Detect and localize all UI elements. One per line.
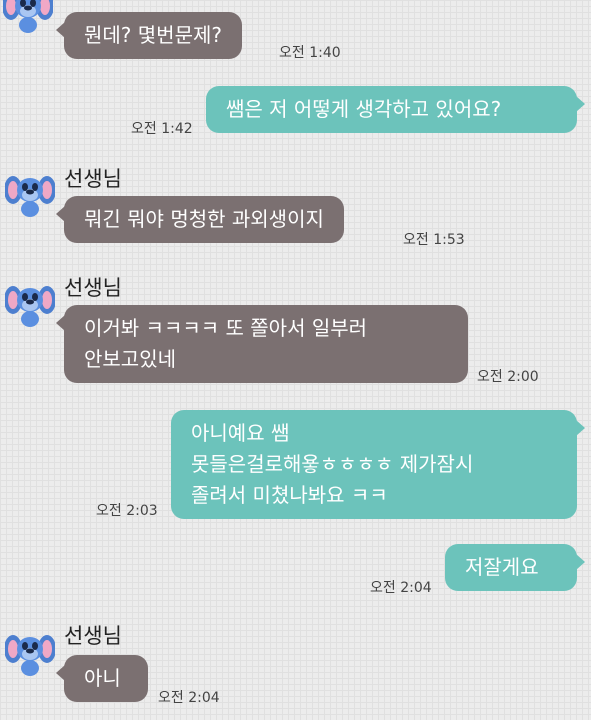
message-bubble[interactable]: 아니예요 쌤 못들은걸로해욯ㅎㅎㅎㅎ 제가잠시 졸려서 미쳤나봐요 ㅋㅋ [171,410,585,519]
message-bubble[interactable]: 뭔데? 몇번문제? [56,12,242,59]
message-bubble[interactable]: 저잘게요 [445,544,585,591]
message-bubble[interactable]: 아니 [56,655,148,702]
stitch-avatar-icon[interactable] [5,278,55,328]
message-text: 뭔데? 몇번문제? [84,23,222,47]
message-bubble[interactable]: 이거봐 ㅋㅋㅋㅋ 또 쫄아서 일부러 안보고있네 [56,305,468,383]
message-bubble[interactable]: 뭐긴 뭐야 멍청한 과외생이지 [56,196,344,243]
message-text: 뭐긴 뭐야 멍청한 과외생이지 [84,207,324,231]
message-text: 못들은걸로해욯ㅎㅎㅎㅎ 제가잠시 [191,452,474,476]
message-text: 아니 [84,666,121,690]
sender-name: 선생님 [64,276,122,300]
stitch-avatar-icon[interactable] [5,168,55,218]
message-time: 오전 2:03 [96,503,158,519]
message-text: 저잘게요 [465,555,539,579]
message-text: 아니예요 쌤 [191,421,290,445]
message-time: 오전 2:04 [158,690,220,706]
message-text: 졸려서 미쳤나봐요 ㅋㅋ [191,483,388,507]
sender-name: 선생님 [64,167,122,191]
message-text: 쌤은 저 어떻게 생각하고 있어요? [226,97,502,121]
message-time: 오전 2:00 [477,369,539,385]
message-text: 안보고있네 [84,347,176,371]
message-time: 오전 1:42 [131,121,193,137]
message-time: 오전 1:40 [279,45,341,61]
message-time: 오전 2:04 [370,580,432,596]
stitch-avatar-icon[interactable] [3,0,53,34]
message-time: 오전 1:53 [403,232,465,248]
sender-name: 선생님 [64,624,122,648]
message-text: 이거봐 ㅋㅋㅋㅋ 또 쫄아서 일부러 [84,316,368,340]
message-bubble[interactable]: 쌤은 저 어떻게 생각하고 있어요? [206,86,585,133]
stitch-avatar-icon[interactable] [5,627,55,677]
